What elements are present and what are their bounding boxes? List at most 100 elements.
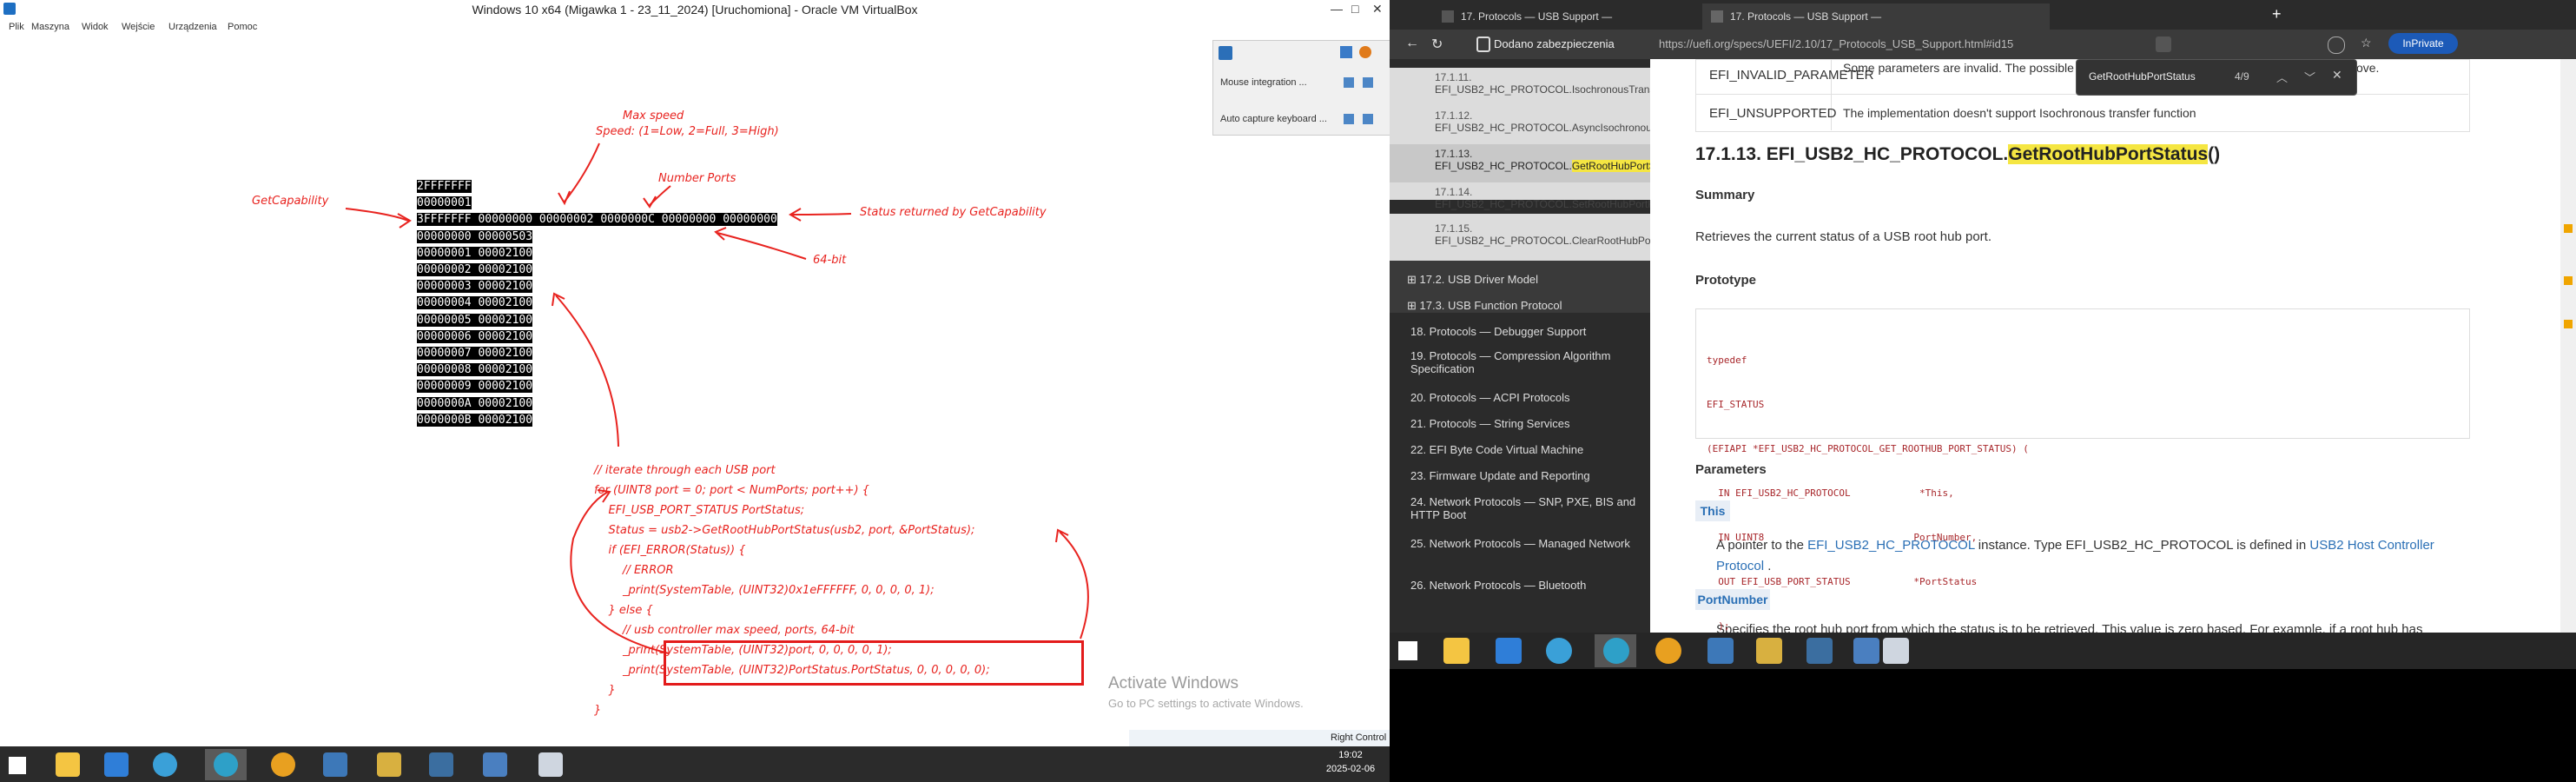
refresh-icon[interactable]: ↻ — [1431, 36, 1443, 53]
find-bar: GetRootHubPortStatus 4/9 ︿ ﹀ ✕ — [2076, 59, 2357, 96]
sidebar-item-bluetooth[interactable]: 26. Network Protocols — Bluetooth — [1410, 579, 1645, 592]
virtualbox-icon[interactable] — [429, 752, 453, 777]
code-line: // ERROR — [594, 564, 674, 577]
app-icon[interactable] — [1546, 638, 1572, 664]
code-line: for (UINT8 port = 0; port < NumPorts; po… — [594, 484, 869, 497]
sidebar-item-firmware-update[interactable]: 23. Firmware Update and Reporting — [1410, 469, 1645, 482]
prototype-heading: Prototype — [1695, 273, 1757, 288]
prototype-code-block: typedef EFI_STATUS (EFIAPI *EFI_USB2_HC_… — [1695, 308, 2470, 632]
code-line: Status = usb2->GetRootHubPortStatus(usb2… — [594, 524, 975, 537]
sidebar-item-debugger[interactable]: 18. Protocols — Debugger Support — [1410, 325, 1645, 338]
panel-close-icon[interactable] — [1359, 46, 1371, 58]
sidebar-item-clearroothubportfeature[interactable]: EFI_USB2_HC_PROTOCOL.ClearRootHubPortFea… — [1435, 235, 1650, 247]
app-icon[interactable] — [1756, 638, 1782, 664]
mouse-close-icon[interactable] — [1363, 77, 1373, 88]
sidebar-item-usb-function-protocol[interactable]: ⊞ 17.3. USB Function Protocol — [1407, 299, 1562, 313]
guest-clock-date: 2025-02-06 — [1325, 764, 1376, 774]
sidebar-item-num: 17.1.13. — [1435, 148, 1473, 160]
code-line: // iterate through each USB port — [594, 464, 776, 477]
python-icon[interactable] — [1707, 638, 1734, 664]
new-tab-button[interactable]: + — [2272, 5, 2282, 23]
code-line: OUT EFI_USB_PORT_STATUS *PortStatus — [1707, 576, 1978, 587]
panel-row-mouse[interactable]: Mouse integration ... — [1220, 77, 1307, 88]
tab-2[interactable]: 17. Protocols — USB Support — — [1702, 3, 2050, 30]
panel-row-keyboard[interactable]: Auto capture keyboard ... — [1220, 114, 1327, 124]
find-prev-icon[interactable]: ︿ — [2276, 69, 2288, 85]
code-line: typedef — [1707, 355, 1747, 366]
sidebar-item-setroothubportfeature[interactable]: EFI_USB2_HC_PROTOCOL.SetRootHubPortFeatu… — [1435, 198, 1650, 210]
section-heading: 17.1.13. EFI_USB2_HC_PROTOCOL.GetRootHub… — [1695, 144, 2221, 164]
sidebar-item-compression[interactable]: 19. Protocols — Compression Algorithm Sp… — [1410, 349, 1636, 375]
mouse-toggle-icon[interactable] — [1344, 77, 1354, 88]
app-icon[interactable] — [1496, 638, 1522, 664]
chrome-icon[interactable] — [271, 752, 295, 777]
guest-taskbar: 19:02 2025-02-06 — [0, 746, 1390, 782]
python-icon[interactable] — [323, 752, 347, 777]
summary-heading: Summary — [1695, 188, 1755, 202]
sidebar-item-ebc[interactable]: 22. EFI Byte Code Virtual Machine — [1410, 443, 1645, 456]
start-icon[interactable] — [1398, 641, 1417, 660]
tab-1[interactable]: 17. Protocols — USB Support — — [1433, 3, 1702, 30]
back-icon[interactable]: ← — [1405, 36, 1419, 51]
virtualbox-window: Windows 10 x64 (Migawka 1 - 23_11_2024) … — [0, 0, 1390, 782]
keyboard-toggle-icon[interactable] — [1344, 114, 1354, 124]
address-bar[interactable]: https://uefi.org/specs/UEFI/2.10/17_Prot… — [1659, 37, 2013, 50]
app-icon[interactable] — [153, 752, 177, 777]
sidebar-item-isochronous[interactable]: EFI_USB2_HC_PROTOCOL.IsochronousTransfer… — [1435, 83, 1650, 96]
chrome-icon[interactable] — [1655, 638, 1681, 664]
find-icon[interactable] — [2156, 36, 2171, 52]
table-row-code: EFI_UNSUPPORTED — [1709, 106, 1837, 121]
find-next-icon[interactable]: ﹀ — [2304, 69, 2315, 85]
panel-pin-icon[interactable] — [1219, 46, 1232, 60]
sidebar-item-managed-network[interactable]: 25. Network Protocols — Managed Network — [1410, 537, 1636, 550]
sidebar-item-usb-driver-model[interactable]: ⊞ 17.2. USB Driver Model — [1407, 273, 1538, 287]
code-line: (EFIAPI *EFI_USB2_HC_PROTOCOL_GET_ROOTHU… — [1707, 443, 2029, 454]
code-line: EFI_USB_PORT_STATUS PortStatus; — [594, 504, 805, 517]
find-input[interactable]: GetRootHubPortStatus — [2089, 70, 2196, 83]
panel-settings-icon[interactable] — [1340, 46, 1352, 58]
app-icon[interactable] — [104, 752, 129, 777]
edge-icon[interactable] — [214, 752, 238, 777]
page-scrollbar[interactable] — [2560, 59, 2576, 633]
inprivate-badge[interactable]: InPrivate — [2388, 33, 2458, 54]
file-explorer-icon[interactable] — [56, 752, 80, 777]
notepad-icon[interactable] — [1883, 638, 1909, 664]
edge-icon[interactable] — [1603, 638, 1629, 664]
security-icon[interactable] — [1476, 36, 1490, 52]
find-count: 4/9 — [2235, 70, 2249, 83]
page-favicon — [1711, 10, 1723, 23]
find-close-icon[interactable]: ✕ — [2332, 68, 2342, 83]
sidebar-item-acpi[interactable]: 20. Protocols — ACPI Protocols — [1410, 391, 1645, 404]
highlight-box — [664, 640, 1084, 686]
code-line: } else { — [594, 604, 653, 617]
find-marker — [2564, 276, 2573, 285]
summary-text: Retrieves the current status of a USB ro… — [1695, 229, 1992, 244]
code-line: _print(SystemTable, (UINT32)0x1eFFFFFF, … — [594, 584, 935, 597]
app-icon[interactable] — [483, 752, 507, 777]
sidebar-item-network-snp[interactable]: 24. Network Protocols — SNP, PXE, BIS an… — [1410, 495, 1636, 521]
sidebar-item-getroothubportstatus[interactable]: EFI_USB2_HC_PROTOCOL.GetRootHubPortStatu… — [1435, 160, 1650, 172]
sidebar-item-num: 17.1.14. — [1435, 186, 1473, 198]
code-line: IN UINT8 PortNumber, — [1707, 532, 1978, 543]
code-line: // usb controller max speed, ports, 64-b… — [594, 624, 855, 637]
app-icon[interactable] — [377, 752, 401, 777]
sidebar-item-num: 17.1.11. — [1435, 71, 1472, 83]
security-label[interactable]: Dodano zabezpieczenia — [1494, 37, 1615, 50]
table-row-desc: The implementation doesn't support Isoch… — [1843, 106, 2196, 120]
keyboard-close-icon[interactable] — [1363, 114, 1373, 124]
file-explorer-icon[interactable] — [1443, 638, 1470, 664]
sidebar-item-string-services[interactable]: 21. Protocols — String Services — [1410, 417, 1645, 430]
favorites-icon[interactable]: ☆ — [2361, 36, 2372, 50]
app-icon[interactable] — [1853, 638, 1879, 664]
host-key-label: Right Control — [1331, 732, 1387, 743]
notepad-icon[interactable] — [538, 752, 563, 777]
virtualbox-icon[interactable] — [1807, 638, 1833, 664]
tab-strip: 17. Protocols — USB Support — 17. Protoc… — [1390, 0, 2576, 30]
page-favicon — [1442, 10, 1454, 23]
start-icon[interactable] — [9, 757, 26, 774]
extensions-icon[interactable] — [2328, 36, 2345, 54]
activate-windows-subtitle: Go to PC settings to activate Windows. — [1108, 697, 1304, 710]
activate-windows-title: Activate Windows — [1108, 674, 1238, 693]
sidebar-item-num: 17.1.12. — [1435, 109, 1473, 122]
sidebar-item-async-isochronous[interactable]: EFI_USB2_HC_PROTOCOL.AsyncIsochronousTra… — [1435, 122, 1650, 134]
